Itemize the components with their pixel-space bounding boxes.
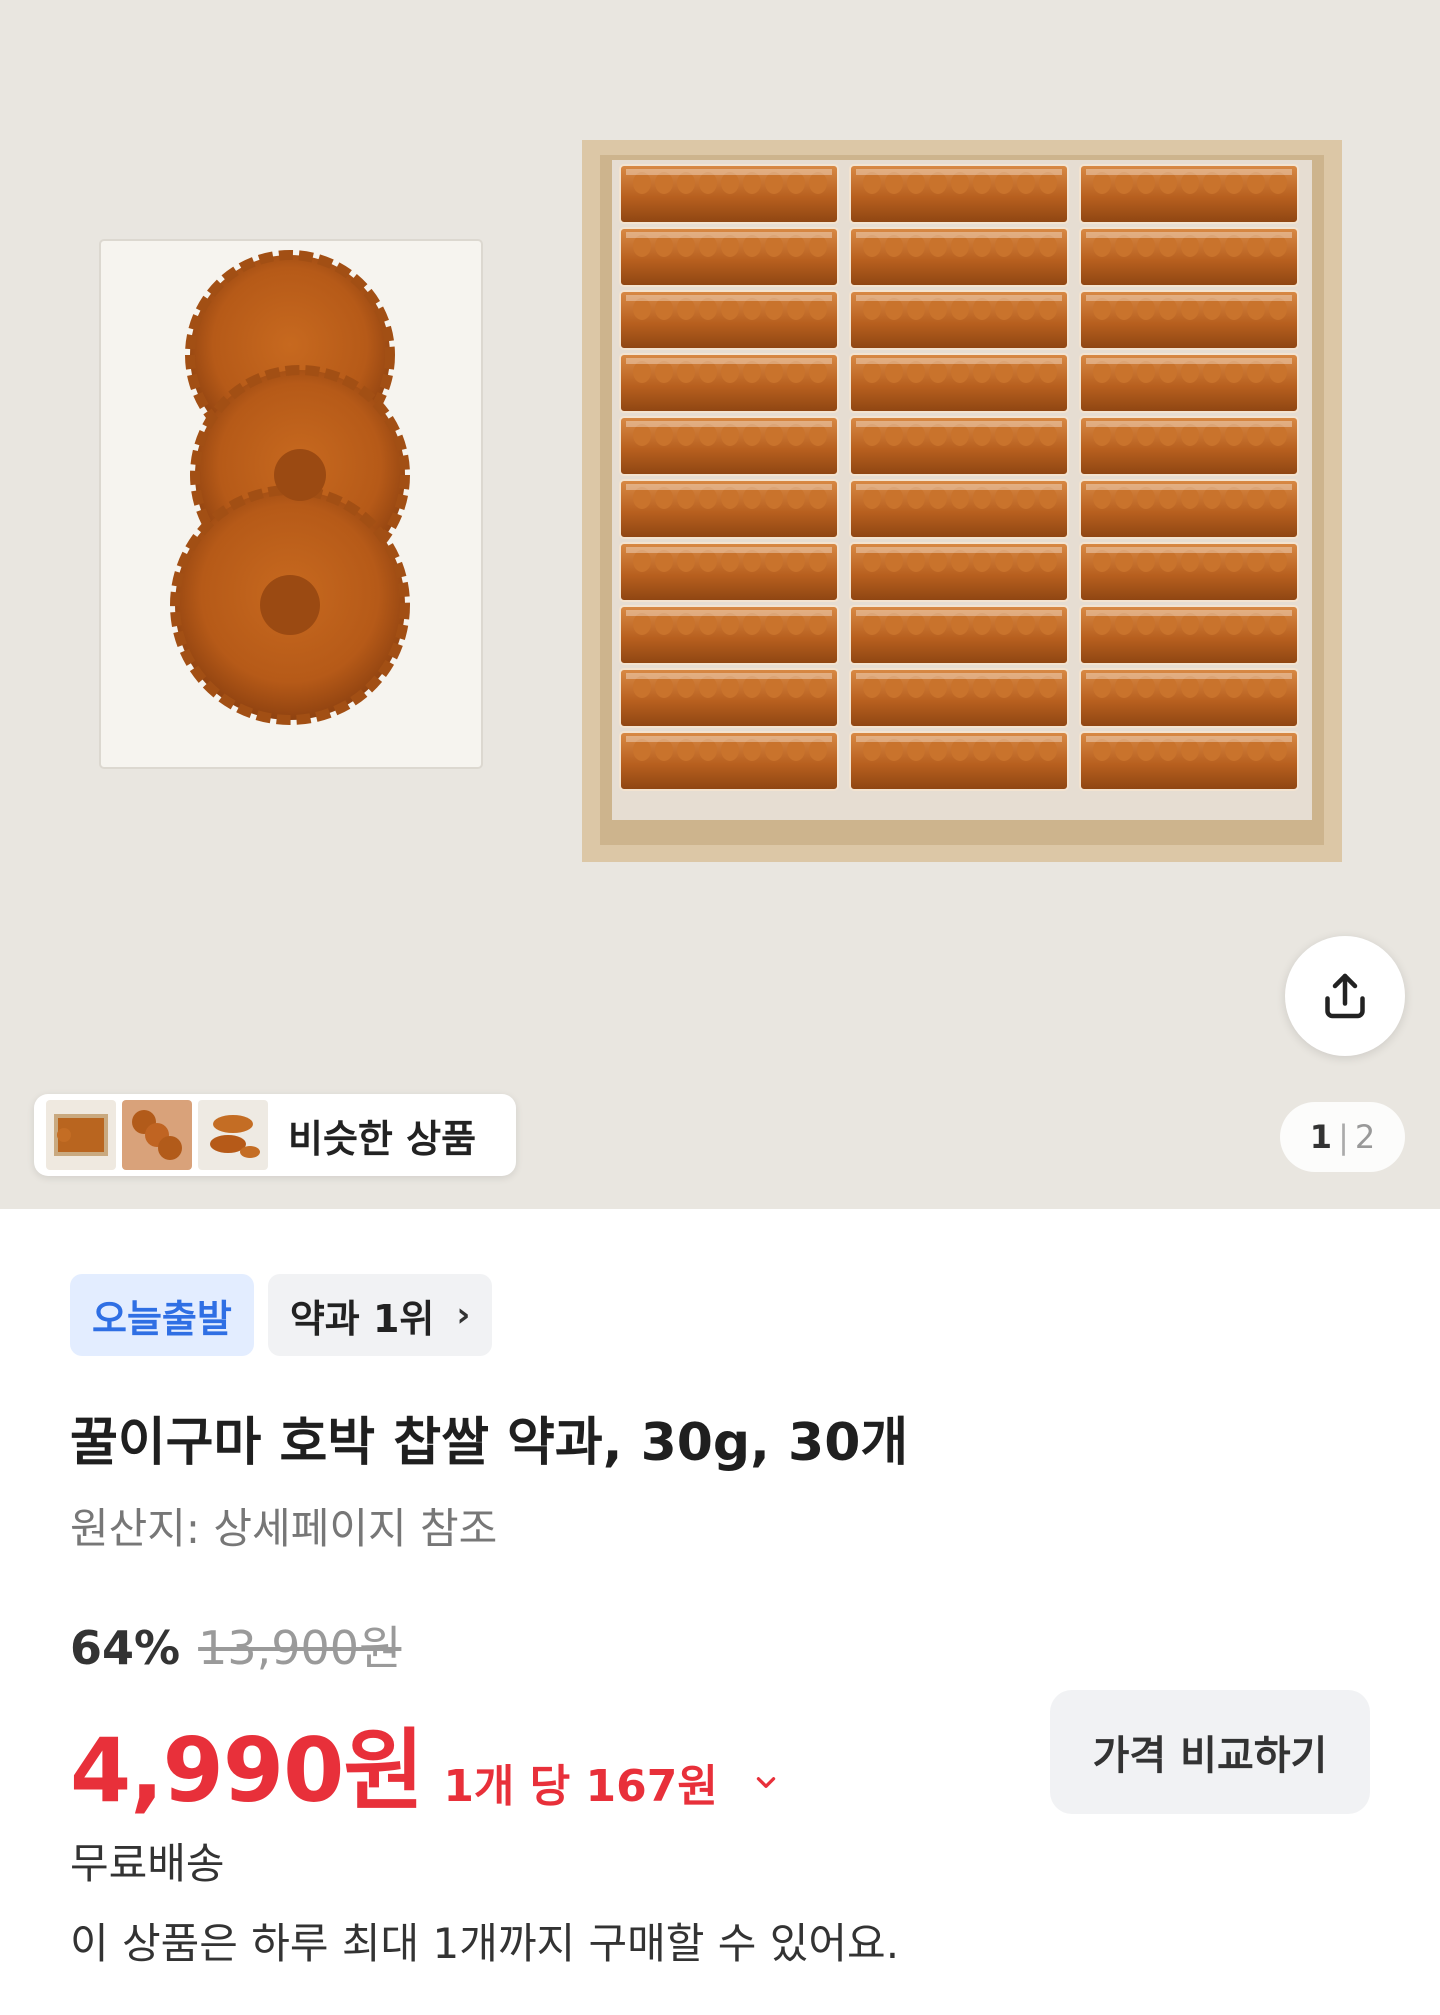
purchase-limit-note: 이 상품은 하루 최대 1개까지 구매할 수 있어요. (70, 1919, 900, 1968)
category-ranking-label: 약과 1위 (289, 1296, 435, 1341)
today-departure-label: 오늘출발 (92, 1296, 232, 1341)
unit-price: 1개 당 167원 (443, 1761, 718, 1812)
share-icon (1325, 973, 1365, 1019)
image-page-indicator: 1 | 2 (1280, 1102, 1405, 1172)
shipping-info: 무료배송 (70, 1839, 225, 1888)
sale-price: 4,990원 (70, 1719, 424, 1822)
similar-thumb-1 (46, 1100, 116, 1170)
discount-rate: 64% (70, 1621, 181, 1675)
page-current: 1 (1309, 1118, 1333, 1156)
similar-products-label: 비슷한 상품 (288, 1116, 477, 1161)
share-button[interactable] (1285, 936, 1405, 1056)
page-separator: | (1338, 1118, 1349, 1156)
discount-row: 64% 13,900원 (70, 1612, 401, 1678)
similar-thumb-2 (122, 1100, 192, 1170)
product-image-gallery[interactable]: 1 | 2 비슷한 상품 (0, 0, 1440, 1209)
product-badges: 오늘출발 약과 1위 › (70, 1274, 493, 1356)
unit-price-toggle[interactable]: 1개 당 167원 (443, 1750, 779, 1814)
product-photo (0, 0, 1440, 1209)
product-origin: 원산지: 상세페이지 참조 (70, 1504, 498, 1553)
price-row: 4,990원 1개 당 167원 (70, 1700, 779, 1827)
similar-products-button[interactable]: 비슷한 상품 (34, 1094, 516, 1176)
price-compare-button[interactable]: 가격 비교하기 (1050, 1690, 1370, 1814)
product-title: 꿀이구마 호박 찹쌀 약과, 30g, 30개 (70, 1413, 909, 1473)
page-total: 2 (1354, 1118, 1376, 1156)
chevron-down-icon (756, 1777, 776, 1788)
category-ranking-link[interactable]: 약과 1위 › (267, 1274, 493, 1356)
original-price: 13,900원 (198, 1621, 402, 1675)
chevron-right-icon: › (456, 1295, 471, 1335)
similar-thumb-3 (198, 1100, 268, 1170)
today-departure-badge: 오늘출발 (70, 1274, 254, 1356)
